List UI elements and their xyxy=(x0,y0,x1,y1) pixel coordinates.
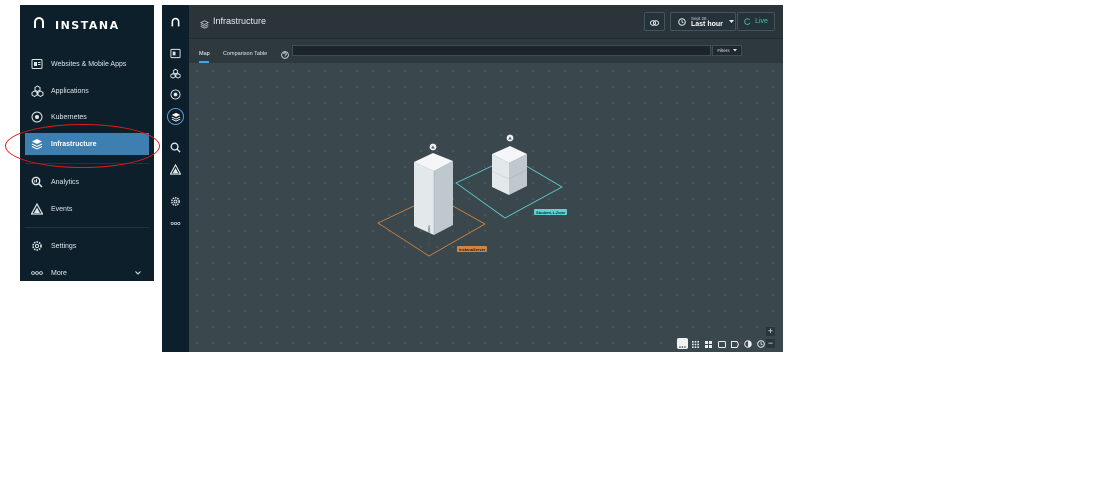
clock-icon xyxy=(756,335,765,353)
time-range-label: Last hour xyxy=(691,20,723,28)
nav-label: Applications xyxy=(51,87,89,95)
nav-label: Settings xyxy=(51,242,77,250)
instana-logo-icon[interactable] xyxy=(168,15,183,30)
analytics-icon[interactable] xyxy=(168,140,183,155)
analytics-icon xyxy=(28,176,46,188)
dots-icon xyxy=(679,335,686,353)
share-link-button[interactable] xyxy=(644,12,665,31)
view-history-button[interactable] xyxy=(755,338,766,349)
highlight-annotation xyxy=(5,124,160,168)
host-box-1[interactable] xyxy=(414,153,453,235)
caret-down-icon xyxy=(732,49,737,52)
host-1-icon[interactable] xyxy=(429,143,437,151)
nav-item-events[interactable]: Events xyxy=(25,198,149,220)
nav-label: Websites & Mobile Apps xyxy=(51,60,127,68)
page-title: Infrastructure xyxy=(213,16,267,26)
view-tag-button[interactable] xyxy=(729,338,740,349)
nav-label: Analytics xyxy=(51,178,80,186)
websites-icon[interactable] xyxy=(168,46,183,61)
infrastructure-app-window: Infrastructure Sept 28 Last hour Live Ma… xyxy=(162,5,783,352)
map-toolbar: Map Comparison Table Filters xyxy=(189,39,783,63)
search-input[interactable] xyxy=(292,45,711,56)
host-2-icon[interactable] xyxy=(506,134,514,142)
host-1-side-label: instanaServer xyxy=(427,225,431,247)
applications-icon[interactable] xyxy=(168,66,183,81)
caret-down-icon xyxy=(728,20,734,23)
filters-dropdown[interactable]: Filters xyxy=(712,45,742,56)
nav-item-settings[interactable]: Settings xyxy=(25,235,149,257)
nav-label: Kubernetes xyxy=(51,113,87,121)
infrastructure-icon xyxy=(199,16,210,34)
live-toggle-button[interactable]: Live xyxy=(737,12,775,31)
kubernetes-icon xyxy=(28,111,46,123)
host-box-2[interactable] xyxy=(491,146,528,195)
zone-label-2[interactable]: Student-1-Zone xyxy=(534,209,568,215)
view-list-button[interactable] xyxy=(677,338,688,349)
clock-icon xyxy=(678,17,686,26)
help-icon[interactable] xyxy=(281,46,289,64)
infrastructure-icon[interactable] xyxy=(167,108,184,125)
nav-label: Events xyxy=(51,205,73,213)
brand-name: INSTANA xyxy=(55,18,120,32)
view-frame-button[interactable] xyxy=(716,338,727,349)
tab-map[interactable]: Map xyxy=(199,51,210,57)
view-grid-button[interactable] xyxy=(690,338,701,349)
settings-icon xyxy=(28,240,46,252)
zone-label-1[interactable]: instanaServer xyxy=(457,246,488,252)
divider xyxy=(25,227,149,228)
top-bar: Infrastructure Sept 28 Last hour Live xyxy=(189,5,783,39)
view-tiles-button[interactable] xyxy=(703,338,714,349)
instana-logo-icon xyxy=(32,16,46,35)
tag-icon xyxy=(730,335,739,353)
contrast-icon xyxy=(743,335,752,353)
link-icon xyxy=(650,13,659,31)
zoom-out-button[interactable]: − xyxy=(766,339,775,348)
more-icon[interactable] xyxy=(168,216,183,231)
live-label: Live xyxy=(755,18,768,25)
settings-icon[interactable] xyxy=(168,194,183,209)
nav-item-more[interactable]: More xyxy=(25,262,149,284)
events-icon xyxy=(28,203,46,215)
zoom-in-button[interactable]: + xyxy=(766,327,775,336)
view-contrast-button[interactable] xyxy=(742,338,753,349)
tab-comparison-table[interactable]: Comparison Table xyxy=(223,51,267,57)
nav-item-analytics[interactable]: Analytics xyxy=(25,171,149,193)
nav-item-websites[interactable]: Websites & Mobile Apps xyxy=(25,53,149,75)
frame-icon xyxy=(717,335,726,353)
grid-icon xyxy=(692,335,699,353)
collapsed-nav-rail xyxy=(162,5,189,352)
filters-label: Filters xyxy=(717,48,730,53)
kubernetes-icon[interactable] xyxy=(168,87,183,102)
refresh-icon xyxy=(744,18,751,25)
brand[interactable]: INSTANA xyxy=(32,16,120,35)
infrastructure-map[interactable]: instanaServer instanaServer Student-1-Zo… xyxy=(189,63,783,352)
tiles-icon xyxy=(705,335,712,353)
websites-icon xyxy=(28,58,46,70)
time-range-picker[interactable]: Sept 28 Last hour xyxy=(670,12,736,31)
time-range-text: Sept 28 Last hour xyxy=(691,16,723,28)
events-icon[interactable] xyxy=(168,162,183,177)
more-icon xyxy=(28,270,46,276)
nav-item-applications[interactable]: Applications xyxy=(25,80,149,102)
chevron-down-icon xyxy=(135,270,141,277)
applications-icon xyxy=(28,85,46,97)
nav-label: More xyxy=(51,269,67,277)
